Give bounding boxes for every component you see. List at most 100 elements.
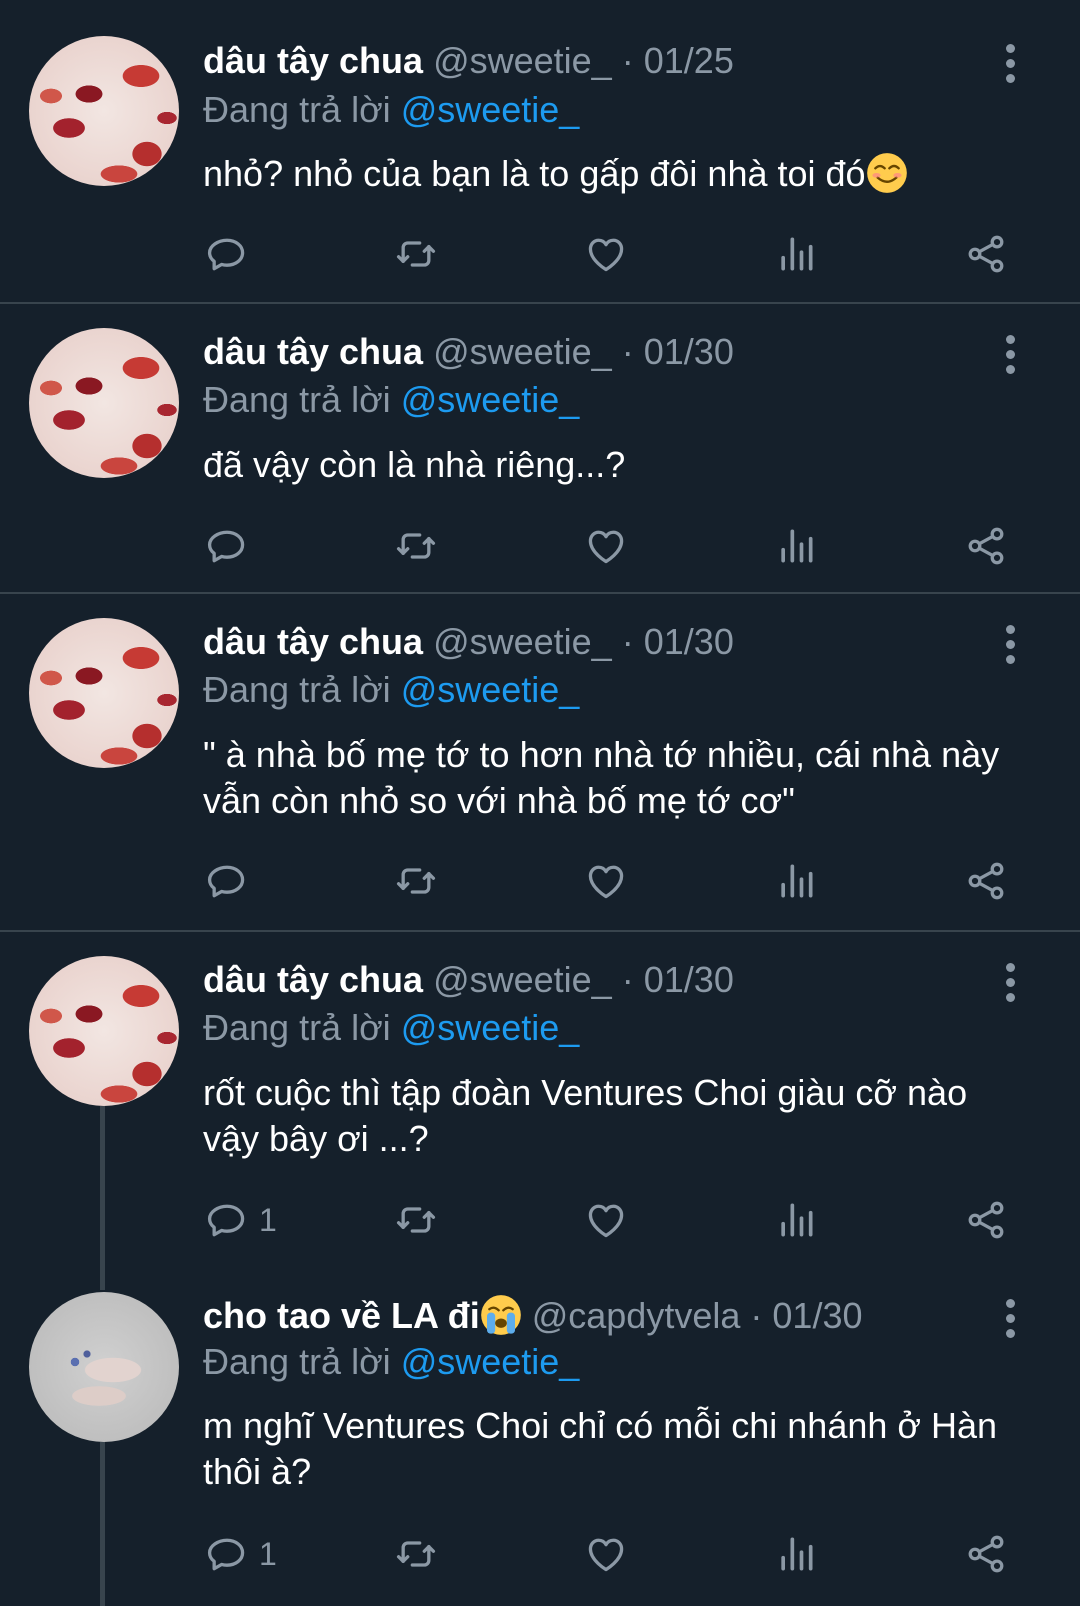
- tweet[interactable]: dâu tây chua @sweetie_ · 01/25 Đang trả …: [0, 0, 1080, 302]
- replying-to-label: Đang trả lời: [203, 1007, 391, 1048]
- retweet-button[interactable]: [394, 522, 438, 570]
- strawberry-avatar[interactable]: [29, 956, 179, 1106]
- share-icon: [964, 524, 1008, 568]
- tweet-date[interactable]: 01/30: [644, 959, 734, 1000]
- reply-button[interactable]: 1: [205, 1530, 277, 1578]
- tweet[interactable]: cho tao về LA đi @capdytvela · 01/30 Đan…: [0, 1272, 1080, 1606]
- tweet-actions: [0, 230, 1080, 278]
- tweet[interactable]: dâu tây chua @sweetie_ · 01/30 Đang trả …: [0, 304, 1080, 592]
- share-icon: [964, 859, 1008, 903]
- tweet-date[interactable]: 01/25: [644, 40, 734, 81]
- user-handle[interactable]: @sweetie_: [433, 959, 612, 1000]
- like-button[interactable]: [584, 1196, 628, 1244]
- like-button[interactable]: [584, 522, 628, 570]
- like-button[interactable]: [584, 857, 628, 905]
- share-button[interactable]: [964, 857, 1008, 905]
- reply-button[interactable]: [205, 522, 249, 570]
- replying-to-label: Đang trả lời: [203, 379, 391, 420]
- tweet-actions: 1: [0, 1196, 1080, 1244]
- retweet-icon: [394, 1198, 438, 1242]
- retweet-button[interactable]: [394, 1530, 438, 1578]
- views-icon: [774, 232, 818, 276]
- retweet-button[interactable]: [394, 857, 438, 905]
- replying-to: Đang trả lời @sweetie_: [203, 88, 579, 132]
- share-button[interactable]: [964, 1530, 1008, 1578]
- heart-icon: [584, 232, 628, 276]
- retweet-button[interactable]: [394, 1196, 438, 1244]
- views-button[interactable]: [774, 857, 818, 905]
- tweet-text: m nghĩ Ventures Choi chỉ có mỗi chi nhán…: [203, 1405, 998, 1492]
- retweet-icon: [394, 232, 438, 276]
- display-name[interactable]: dâu tây chua: [203, 331, 423, 372]
- tweet-date[interactable]: 01/30: [772, 1295, 862, 1336]
- reply-button[interactable]: 1: [205, 1196, 277, 1244]
- more-options-icon[interactable]: [1006, 625, 1018, 670]
- separator-dot: ·: [621, 331, 634, 372]
- tweet-actions: [0, 522, 1080, 570]
- replying-to-label: Đang trả lời: [203, 1341, 391, 1382]
- share-button[interactable]: [964, 522, 1008, 570]
- tweet-date[interactable]: 01/30: [644, 331, 734, 372]
- hand-avatar[interactable]: [29, 1292, 179, 1442]
- smiling-face-emoji-icon: [866, 153, 907, 193]
- tweet-text-content: nhỏ? nhỏ của bạn là to gấp đôi nhà toi đ…: [203, 153, 866, 194]
- share-button[interactable]: [964, 1196, 1008, 1244]
- replying-to: Đang trả lời @sweetie_: [203, 668, 579, 712]
- views-button[interactable]: [774, 1530, 818, 1578]
- retweet-icon: [394, 524, 438, 568]
- heart-icon: [584, 1198, 628, 1242]
- share-icon: [964, 232, 1008, 276]
- user-handle[interactable]: @capdytvela: [532, 1295, 741, 1336]
- reply-button[interactable]: [205, 857, 249, 905]
- reply-button[interactable]: [205, 230, 249, 278]
- like-button[interactable]: [584, 230, 628, 278]
- replying-to: Đang trả lời @sweetie_: [203, 1006, 579, 1050]
- share-icon: [964, 1198, 1008, 1242]
- mention-link[interactable]: @sweetie_: [401, 89, 580, 130]
- reply-icon: [205, 1198, 249, 1242]
- tweet-header: dâu tây chua @sweetie_ · 01/30: [203, 620, 734, 664]
- views-icon: [774, 1198, 818, 1242]
- mention-link[interactable]: @sweetie_: [401, 1341, 580, 1382]
- strawberry-avatar[interactable]: [29, 618, 179, 768]
- views-button[interactable]: [774, 1196, 818, 1244]
- retweet-button[interactable]: [394, 230, 438, 278]
- heart-icon: [584, 1532, 628, 1576]
- more-options-icon[interactable]: [1006, 1299, 1018, 1344]
- tweet-date[interactable]: 01/30: [644, 621, 734, 662]
- display-name[interactable]: dâu tây chua: [203, 40, 423, 81]
- more-options-icon[interactable]: [1006, 963, 1018, 1008]
- display-name[interactable]: dâu tây chua: [203, 621, 423, 662]
- reply-count: 1: [259, 1201, 277, 1238]
- tweet[interactable]: dâu tây chua @sweetie_ · 01/30 Đang trả …: [0, 932, 1080, 1272]
- retweet-icon: [394, 859, 438, 903]
- strawberry-avatar[interactable]: [29, 328, 179, 478]
- user-handle[interactable]: @sweetie_: [433, 40, 612, 81]
- tweet-text: nhỏ? nhỏ của bạn là to gấp đôi nhà toi đ…: [203, 151, 1023, 197]
- mention-link[interactable]: @sweetie_: [401, 1007, 580, 1048]
- like-button[interactable]: [584, 1530, 628, 1578]
- mention-link[interactable]: @sweetie_: [401, 379, 580, 420]
- user-handle[interactable]: @sweetie_: [433, 331, 612, 372]
- more-options-icon[interactable]: [1006, 44, 1018, 89]
- display-name[interactable]: cho tao về LA đi: [203, 1295, 480, 1336]
- share-button[interactable]: [964, 230, 1008, 278]
- tweet[interactable]: dâu tây chua @sweetie_ · 01/30 Đang trả …: [0, 594, 1080, 930]
- mention-link[interactable]: @sweetie_: [401, 669, 580, 710]
- user-handle[interactable]: @sweetie_: [433, 621, 612, 662]
- separator-dot: ·: [621, 959, 634, 1000]
- views-button[interactable]: [774, 230, 818, 278]
- more-options-icon[interactable]: [1006, 335, 1018, 380]
- tweet-actions: 1: [0, 1530, 1080, 1578]
- reply-count: 1: [259, 1535, 277, 1572]
- views-button[interactable]: [774, 522, 818, 570]
- separator-dot: ·: [621, 40, 634, 81]
- strawberry-avatar[interactable]: [29, 36, 179, 186]
- display-name[interactable]: dâu tây chua: [203, 959, 423, 1000]
- separator-dot: ·: [621, 621, 634, 662]
- tweet-text: rốt cuộc thì tập đoàn Ventures Choi giàu…: [203, 1072, 968, 1159]
- tweet-header: dâu tây chua @sweetie_ · 01/30: [203, 330, 734, 374]
- tweet-header: dâu tây chua @sweetie_ · 01/25: [203, 39, 734, 83]
- views-icon: [774, 1532, 818, 1576]
- views-icon: [774, 859, 818, 903]
